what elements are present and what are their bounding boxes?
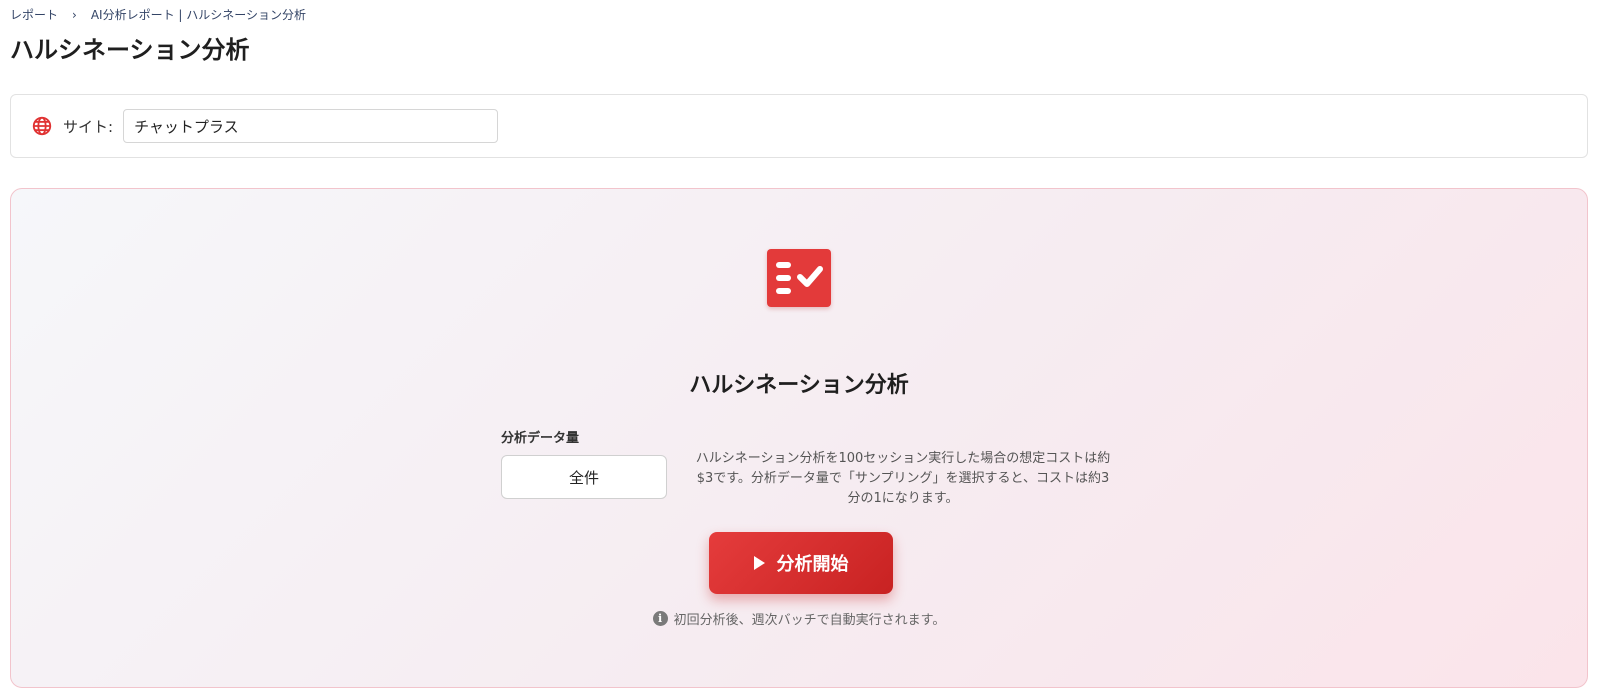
data-volume-select[interactable]: 全件 (501, 455, 667, 499)
globe-icon (31, 115, 53, 137)
breadcrumb-item-current[interactable]: AI分析レポート | ハルシネーション分析 (91, 6, 306, 23)
play-icon (753, 556, 765, 570)
breadcrumb: レポート › AI分析レポート | ハルシネーション分析 (10, 6, 306, 23)
chevron-right-icon: › (72, 7, 77, 22)
page-title: ハルシネーション分析 (10, 36, 250, 64)
cost-note: ハルシネーション分析を100セッション実行した場合の想定コストは約$3です。分析… (695, 451, 1111, 506)
start-analysis-button[interactable]: 分析開始 (709, 532, 893, 594)
site-label: サイト: (63, 117, 114, 136)
info-icon: i (652, 611, 668, 626)
data-volume-label: 分析データ量 (501, 431, 580, 446)
footnote: i 初回分析後、週次バッチで自動実行されます。 (11, 609, 1587, 628)
footnote-text: 初回分析後、週次バッチで自動実行されます。 (673, 613, 946, 628)
analysis-panel: ハルシネーション分析 分析データ量 全件 ハルシネーション分析を100セッション… (10, 188, 1588, 688)
breadcrumb-item-reports[interactable]: レポート (10, 6, 58, 23)
panel-title: ハルシネーション分析 (689, 373, 909, 398)
site-selector-card: サイト: (10, 94, 1588, 158)
start-analysis-label: 分析開始 (776, 554, 849, 575)
checklist-icon (767, 249, 831, 307)
site-input[interactable] (123, 109, 499, 143)
